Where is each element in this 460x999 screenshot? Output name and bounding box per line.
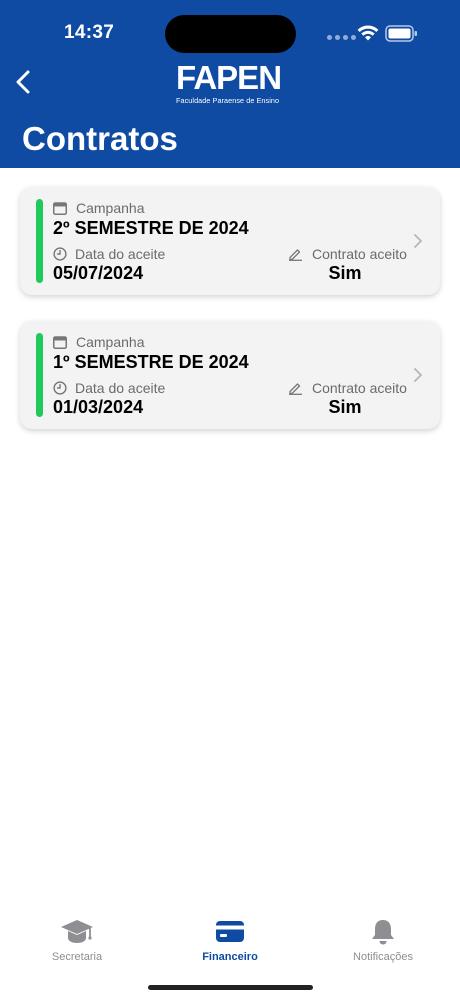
- back-button[interactable]: [10, 66, 40, 98]
- status-bar-indicator: [36, 333, 43, 417]
- status-bar-indicator: [36, 199, 43, 283]
- calendar-icon: [53, 335, 67, 349]
- contract-accepted-value: Sim: [328, 263, 362, 283]
- acceptance-date: 05/07/2024: [53, 263, 144, 283]
- logo-subtitle: Faculdade Paraense de Ensino: [176, 96, 280, 105]
- cellular-signal-icon: [327, 35, 356, 40]
- page-title: Contratos: [22, 120, 178, 157]
- status-time: 14:37: [64, 22, 115, 43]
- acceptance-date: 01/03/2024: [53, 397, 144, 417]
- battery-icon: [385, 25, 417, 42]
- acceptance-date-label: Data do aceite: [75, 246, 166, 262]
- semester-title: 1º SEMESTRE DE 2024: [53, 352, 249, 372]
- contract-accepted-value: Sim: [328, 397, 362, 417]
- wifi-icon: [357, 25, 379, 41]
- tab-notificacoes[interactable]: Notificações: [323, 917, 443, 963]
- fapen-logo: FAPEN Faculdade Paraense de Ensino: [176, 59, 284, 106]
- bell-icon: [372, 920, 394, 945]
- logo-mark: FAPEN: [176, 59, 282, 96]
- clock-icon: [53, 381, 67, 395]
- acceptance-date-label: Data do aceite: [75, 380, 166, 396]
- tab-label: Secretaria: [51, 951, 103, 963]
- calendar-icon: [53, 201, 67, 215]
- tab-financeiro[interactable]: Financeiro: [170, 917, 290, 963]
- chevron-right-icon: [414, 234, 422, 248]
- pencil-icon: [289, 249, 302, 261]
- home-indicator: [148, 985, 313, 990]
- tab-secretaria[interactable]: Secretaria: [17, 917, 137, 963]
- campaign-label: Campanha: [76, 334, 145, 350]
- contract-accepted-label: Contrato aceito: [312, 380, 407, 396]
- semester-title: 2º SEMESTRE DE 2024: [53, 218, 249, 238]
- header: 14:37 FAPEN Faculdade Paraense de Ensino…: [0, 0, 460, 168]
- campaign-label: Campanha: [76, 200, 145, 216]
- pencil-icon: [289, 383, 302, 395]
- dynamic-island: [165, 15, 296, 53]
- tab-label: Financeiro: [202, 951, 258, 963]
- contract-card[interactable]: Campanha 1º SEMESTRE DE 2024 Data do ace…: [20, 321, 440, 429]
- tab-label: Notificações: [353, 951, 413, 963]
- clock-icon: [53, 247, 67, 261]
- credit-card-icon: [216, 921, 244, 942]
- contract-accepted-label: Contrato aceito: [312, 246, 407, 262]
- graduation-cap-icon: [61, 920, 93, 943]
- contract-card[interactable]: Campanha 2º SEMESTRE DE 2024 Data do ace…: [20, 187, 440, 295]
- chevron-right-icon: [414, 368, 422, 382]
